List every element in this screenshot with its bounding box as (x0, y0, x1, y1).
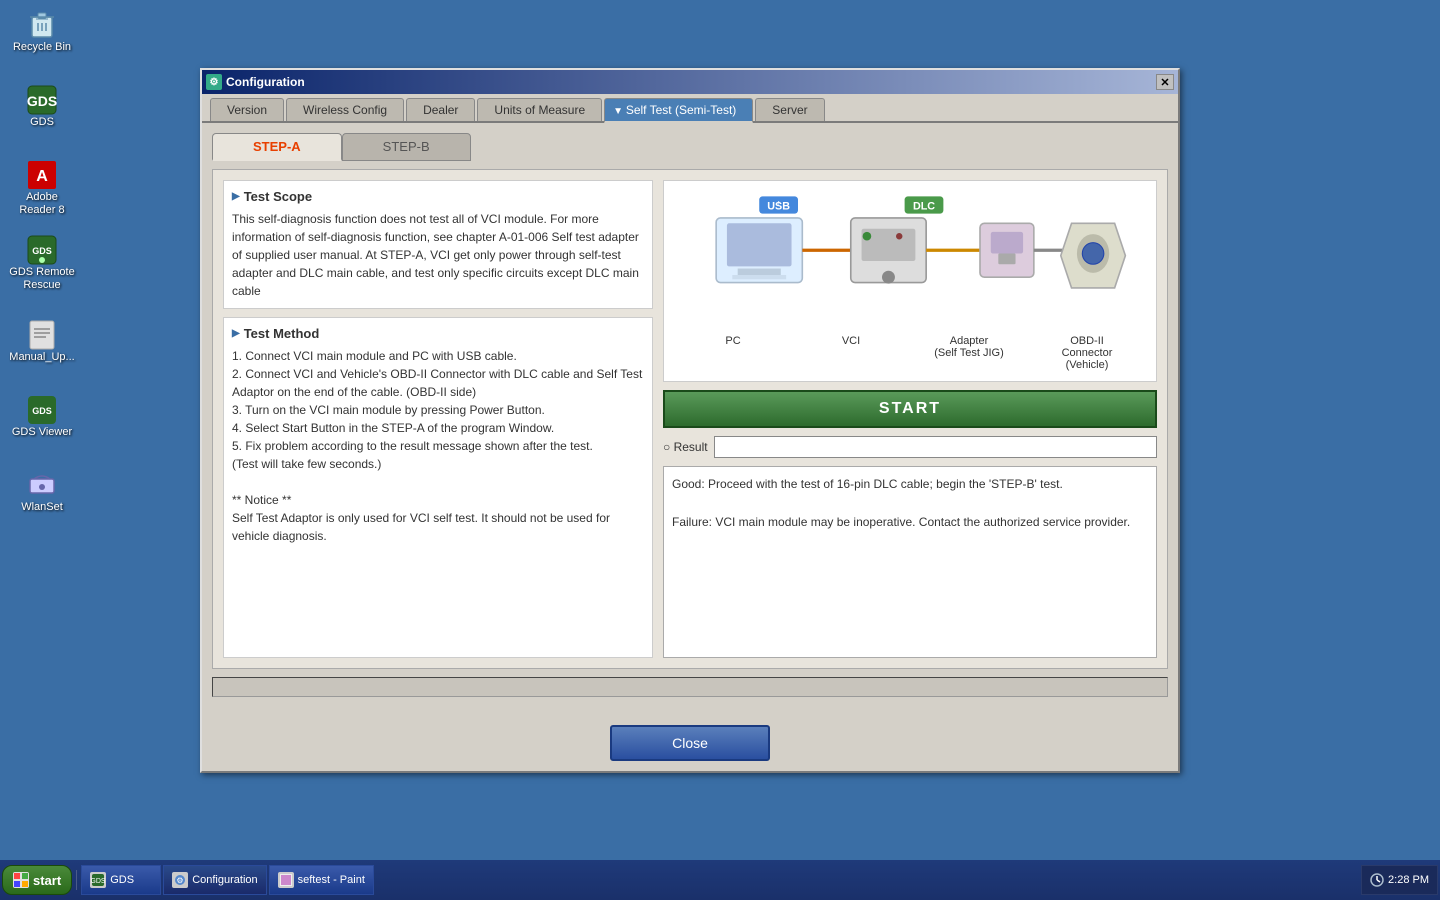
clock-time: 2:28 PM (1388, 874, 1429, 886)
result-label: ○ Result (663, 440, 708, 454)
window-icon: ⚙ (206, 74, 222, 90)
desktop-icon-wlanset[interactable]: WlanSet (5, 465, 79, 518)
close-window-button[interactable]: ✕ (1156, 74, 1174, 90)
tab-dealer[interactable]: Dealer (406, 98, 475, 121)
test-method-title: Test Method (232, 326, 644, 341)
sub-tab-step-b[interactable]: STEP-B (342, 133, 471, 161)
close-button[interactable]: Close (610, 725, 770, 761)
wlanset-icon (26, 469, 58, 501)
svg-text:DLC: DLC (913, 200, 935, 212)
diagram-label-vci: VCI (806, 335, 896, 371)
config-task-icon: ⚙ (172, 872, 188, 888)
window-content: STEP-A STEP-B Test Scope This self-diagn… (202, 123, 1178, 715)
svg-text:GDS: GDS (27, 93, 57, 109)
start-button[interactable]: START (663, 390, 1157, 428)
tab-server[interactable]: Server (755, 98, 824, 121)
configuration-window: ⚙ Configuration ✕ Version Wireless Confi… (200, 68, 1180, 773)
gds-icon: GDS (26, 84, 58, 116)
svg-text:↑: ↑ (776, 198, 780, 208)
gds-viewer-icon: GDS (26, 394, 58, 426)
svg-text:GDS: GDS (91, 878, 105, 885)
start-label: start (33, 873, 61, 888)
tab-wireless-config[interactable]: Wireless Config (286, 98, 404, 121)
diagram-labels: PC VCI Adapter(Self Test JIG) OBD-IIConn… (674, 335, 1146, 371)
svg-text:⚙: ⚙ (177, 876, 184, 885)
svg-text:GDS: GDS (32, 406, 52, 416)
desktop-icon-manual[interactable]: Manual_Up... (5, 315, 79, 368)
tab-strip: Version Wireless Config Dealer Units of … (202, 94, 1178, 123)
taskbar-item-seftest[interactable]: seftest - Paint (269, 865, 374, 895)
gds-remote-icon: GDS (26, 234, 58, 266)
close-button-row: Close (202, 715, 1178, 771)
svg-text:GDS: GDS (32, 246, 52, 256)
desktop: Recycle Bin GDS GDS A Adobe Reader 8 GDS… (0, 0, 1440, 860)
gds-viewer-label: GDS Viewer (12, 426, 72, 439)
diagram-label-adapter: Adapter(Self Test JIG) (924, 335, 1014, 371)
windows-logo (13, 872, 29, 888)
window-titlebar: ⚙ Configuration ✕ (202, 70, 1178, 94)
desktop-icon-gds[interactable]: GDS GDS (5, 80, 79, 133)
desktop-icon-gds-viewer[interactable]: GDS GDS Viewer (5, 390, 79, 443)
desktop-icon-adobe[interactable]: A Adobe Reader 8 (5, 155, 79, 221)
test-scope-section: Test Scope This self-diagnosis function … (223, 180, 653, 309)
seftest-task-icon (278, 872, 294, 888)
result-row: ○ Result (663, 436, 1157, 458)
connection-diagram: USB ↑ DLC (674, 191, 1146, 331)
gds-task-icon: GDS (90, 872, 106, 888)
tab-units-measure[interactable]: Units of Measure (477, 98, 602, 121)
tab-version[interactable]: Version (210, 98, 284, 121)
taskbar: start GDS GDS ⚙ Configuration seftest - … (0, 860, 1440, 900)
taskbar-clock: 2:28 PM (1361, 865, 1438, 895)
content-area: Test Scope This self-diagnosis function … (212, 169, 1168, 669)
taskbar-item-config[interactable]: ⚙ Configuration (163, 865, 266, 895)
recycle-bin-label: Recycle Bin (13, 41, 71, 54)
right-panel: USB ↑ DLC (663, 180, 1157, 658)
test-scope-title: Test Scope (232, 189, 644, 204)
seftest-task-label: seftest - Paint (298, 874, 365, 886)
gds-task-label: GDS (110, 874, 134, 886)
recycle-bin-icon (26, 9, 58, 41)
config-task-label: Configuration (192, 874, 257, 886)
window-title: Configuration (226, 75, 1156, 89)
sub-tab-strip: STEP-A STEP-B (212, 133, 1168, 161)
wlanset-label: WlanSet (21, 501, 63, 514)
progress-bar (212, 677, 1168, 697)
svg-text:A: A (36, 168, 48, 185)
manual-icon (26, 319, 58, 351)
diagram-label-pc: PC (688, 335, 778, 371)
desktop-icon-gds-remote[interactable]: GDS GDS Remote Rescue (5, 230, 79, 296)
gds-remote-label: GDS Remote Rescue (9, 266, 75, 292)
test-scope-body: This self-diagnosis function does not te… (232, 210, 644, 300)
gds-label: GDS (30, 116, 54, 129)
adobe-label: Adobe Reader 8 (9, 191, 75, 217)
diagram-area: USB ↑ DLC (663, 180, 1157, 382)
taskbar-separator-1 (76, 870, 77, 890)
result-text-area: Good: Proceed with the test of 16-pin DL… (663, 466, 1157, 658)
taskbar-item-gds[interactable]: GDS GDS (81, 865, 161, 895)
test-method-section: Test Method 1. Connect VCI main module a… (223, 317, 653, 658)
adobe-icon: A (26, 159, 58, 191)
start-menu-button[interactable]: start (2, 865, 72, 895)
result-input[interactable] (714, 436, 1157, 458)
desktop-icon-recycle-bin[interactable]: Recycle Bin (5, 5, 79, 58)
tab-self-test[interactable]: Self Test (Semi-Test) (604, 98, 753, 123)
manual-label: Manual_Up... (9, 351, 74, 364)
left-panel: Test Scope This self-diagnosis function … (223, 180, 653, 658)
diagram-label-obd: OBD-IIConnector(Vehicle) (1042, 335, 1132, 371)
sub-tab-step-a[interactable]: STEP-A (212, 133, 342, 161)
test-method-body: 1. Connect VCI main module and PC with U… (232, 347, 644, 545)
clock-icon (1370, 873, 1384, 887)
